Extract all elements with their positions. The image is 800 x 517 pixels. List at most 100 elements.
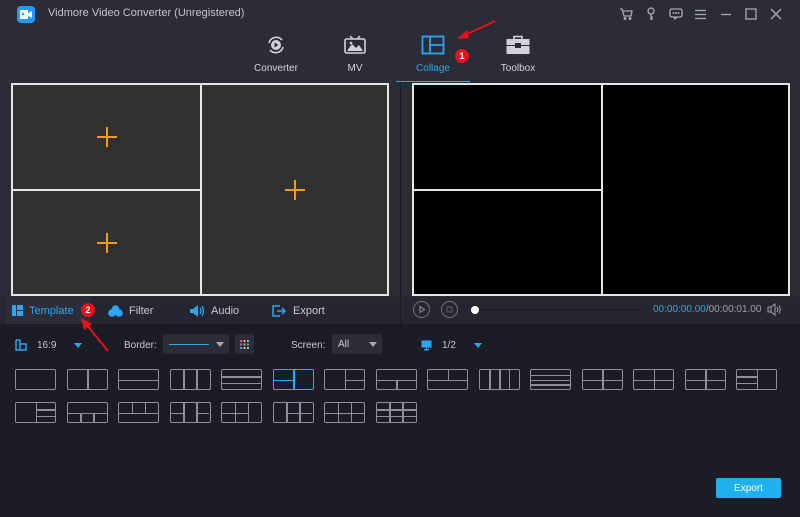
window-controls <box>613 5 788 23</box>
layout-divider <box>499 370 501 389</box>
layout-template-2[interactable] <box>66 369 108 390</box>
layout-template-12[interactable] <box>581 369 623 390</box>
chevron-down-icon <box>216 342 224 347</box>
layout-divider <box>35 409 55 411</box>
collage-cell-top-left[interactable] <box>13 85 200 189</box>
layout-template-11[interactable] <box>530 369 571 390</box>
total-time: /00:00:01.00 <box>705 304 762 315</box>
page-dropdown-icon[interactable] <box>473 342 482 348</box>
screen-label: Screen: <box>291 339 326 351</box>
cart-icon[interactable] <box>613 5 638 23</box>
tab-converter-label: Converter <box>254 63 298 74</box>
play-button[interactable] <box>413 301 430 318</box>
layout-template-7[interactable] <box>324 369 365 390</box>
preview-divider <box>601 85 603 294</box>
layout-template-22[interactable] <box>324 402 365 423</box>
collage-edit-canvas <box>11 83 389 296</box>
color-palette-icon <box>240 339 249 349</box>
cell-divider[interactable] <box>13 189 200 191</box>
tab-mv-label: MV <box>347 63 363 74</box>
key-icon[interactable] <box>638 5 663 23</box>
layout-template-20[interactable] <box>221 402 262 423</box>
layout-divider <box>737 382 757 385</box>
layout-divider <box>183 370 185 389</box>
layout-template-8[interactable] <box>375 369 417 390</box>
layout-divider <box>344 379 364 381</box>
annotation-arrow-2 <box>81 318 109 352</box>
app-logo-icon <box>17 6 35 23</box>
layout-divider <box>428 379 467 381</box>
layout-divider <box>119 412 158 414</box>
layout-template-14[interactable] <box>684 369 726 390</box>
subtab-audio-label: Audio <box>211 304 240 317</box>
preview-player-bar: 00:00:00.00/00:00:01.00 <box>401 297 800 324</box>
subtab-template-label: Template <box>29 304 74 317</box>
minimize-icon[interactable] <box>713 5 738 23</box>
layout-template-6[interactable] <box>272 369 314 390</box>
layout-divider <box>737 376 757 378</box>
cell-divider[interactable] <box>200 85 202 294</box>
layout-divider <box>286 412 313 414</box>
layout-template-18[interactable] <box>118 402 159 423</box>
seek-handle[interactable] <box>471 306 479 314</box>
border-color-button[interactable] <box>235 334 254 354</box>
collage-cell-bottom-left[interactable] <box>13 191 200 294</box>
volume-button[interactable] <box>767 303 782 321</box>
collage-edit-panel <box>0 82 400 324</box>
chevron-down-icon <box>369 342 377 347</box>
layout-template-15[interactable] <box>736 369 777 390</box>
collage-subtabs: Template Filter Audio Export <box>0 297 400 324</box>
tab-mv[interactable]: MV <box>318 30 392 82</box>
subtab-export-label: Export <box>293 304 325 317</box>
close-icon[interactable] <box>763 5 788 23</box>
menu-icon[interactable] <box>688 5 713 23</box>
tab-converter[interactable]: Converter <box>239 30 313 82</box>
volume-icon <box>767 303 781 316</box>
add-media-icon[interactable] <box>96 127 117 147</box>
seek-bar[interactable] <box>471 306 639 314</box>
screen-dropdown[interactable]: All <box>332 334 382 354</box>
border-style-dropdown[interactable] <box>163 334 229 354</box>
export-button[interactable]: Export <box>716 478 781 498</box>
maximize-icon[interactable] <box>738 5 763 23</box>
layout-template-21[interactable] <box>272 402 314 423</box>
layout-template-9[interactable] <box>427 369 468 390</box>
layout-divider <box>183 403 185 422</box>
feedback-icon[interactable] <box>663 5 688 23</box>
layout-template-19[interactable] <box>169 402 211 423</box>
tab-collage-label: Collage <box>416 63 450 74</box>
audio-icon <box>190 304 205 317</box>
layout-template-13[interactable] <box>633 369 674 390</box>
collage-cell-right[interactable] <box>202 85 387 294</box>
aspect-ratio-icon <box>15 339 27 351</box>
layout-divider <box>531 384 570 386</box>
layout-template-23[interactable] <box>375 402 417 423</box>
layout-template-4[interactable] <box>169 369 211 390</box>
layout-divider <box>222 376 261 378</box>
mv-icon <box>318 30 392 60</box>
add-media-icon[interactable] <box>96 232 117 253</box>
page-control[interactable]: 1/2 <box>421 334 482 356</box>
subtab-export[interactable]: Export <box>266 297 331 324</box>
template-toolbar: 16:9 Border: Screen: All 1/2 <box>0 334 800 356</box>
layout-template-5[interactable] <box>221 369 262 390</box>
layout-template-17[interactable] <box>66 402 108 423</box>
layout-template-3[interactable] <box>118 369 159 390</box>
add-media-icon[interactable] <box>284 179 305 200</box>
layout-divider <box>35 415 55 418</box>
border-line-preview <box>169 343 209 345</box>
title-bar: Vidmore Video Converter (Unregistered) C… <box>0 0 800 83</box>
screen-value: All <box>338 338 350 350</box>
annotation-badge-2: 2 <box>81 303 95 317</box>
stop-button[interactable] <box>441 301 458 318</box>
subtab-audio[interactable]: Audio <box>184 297 245 324</box>
layout-template-10[interactable] <box>478 369 520 390</box>
layout-divider <box>756 370 758 389</box>
layout-template-1[interactable] <box>15 369 56 390</box>
layout-divider <box>531 374 570 377</box>
layout-divider <box>144 403 147 413</box>
layout-template-16[interactable] <box>15 402 56 423</box>
stop-icon <box>446 306 453 313</box>
aspect-ratio-control[interactable]: 16:9 <box>15 334 83 356</box>
main-nav: Converter MV Collage Toolbox <box>0 30 800 83</box>
